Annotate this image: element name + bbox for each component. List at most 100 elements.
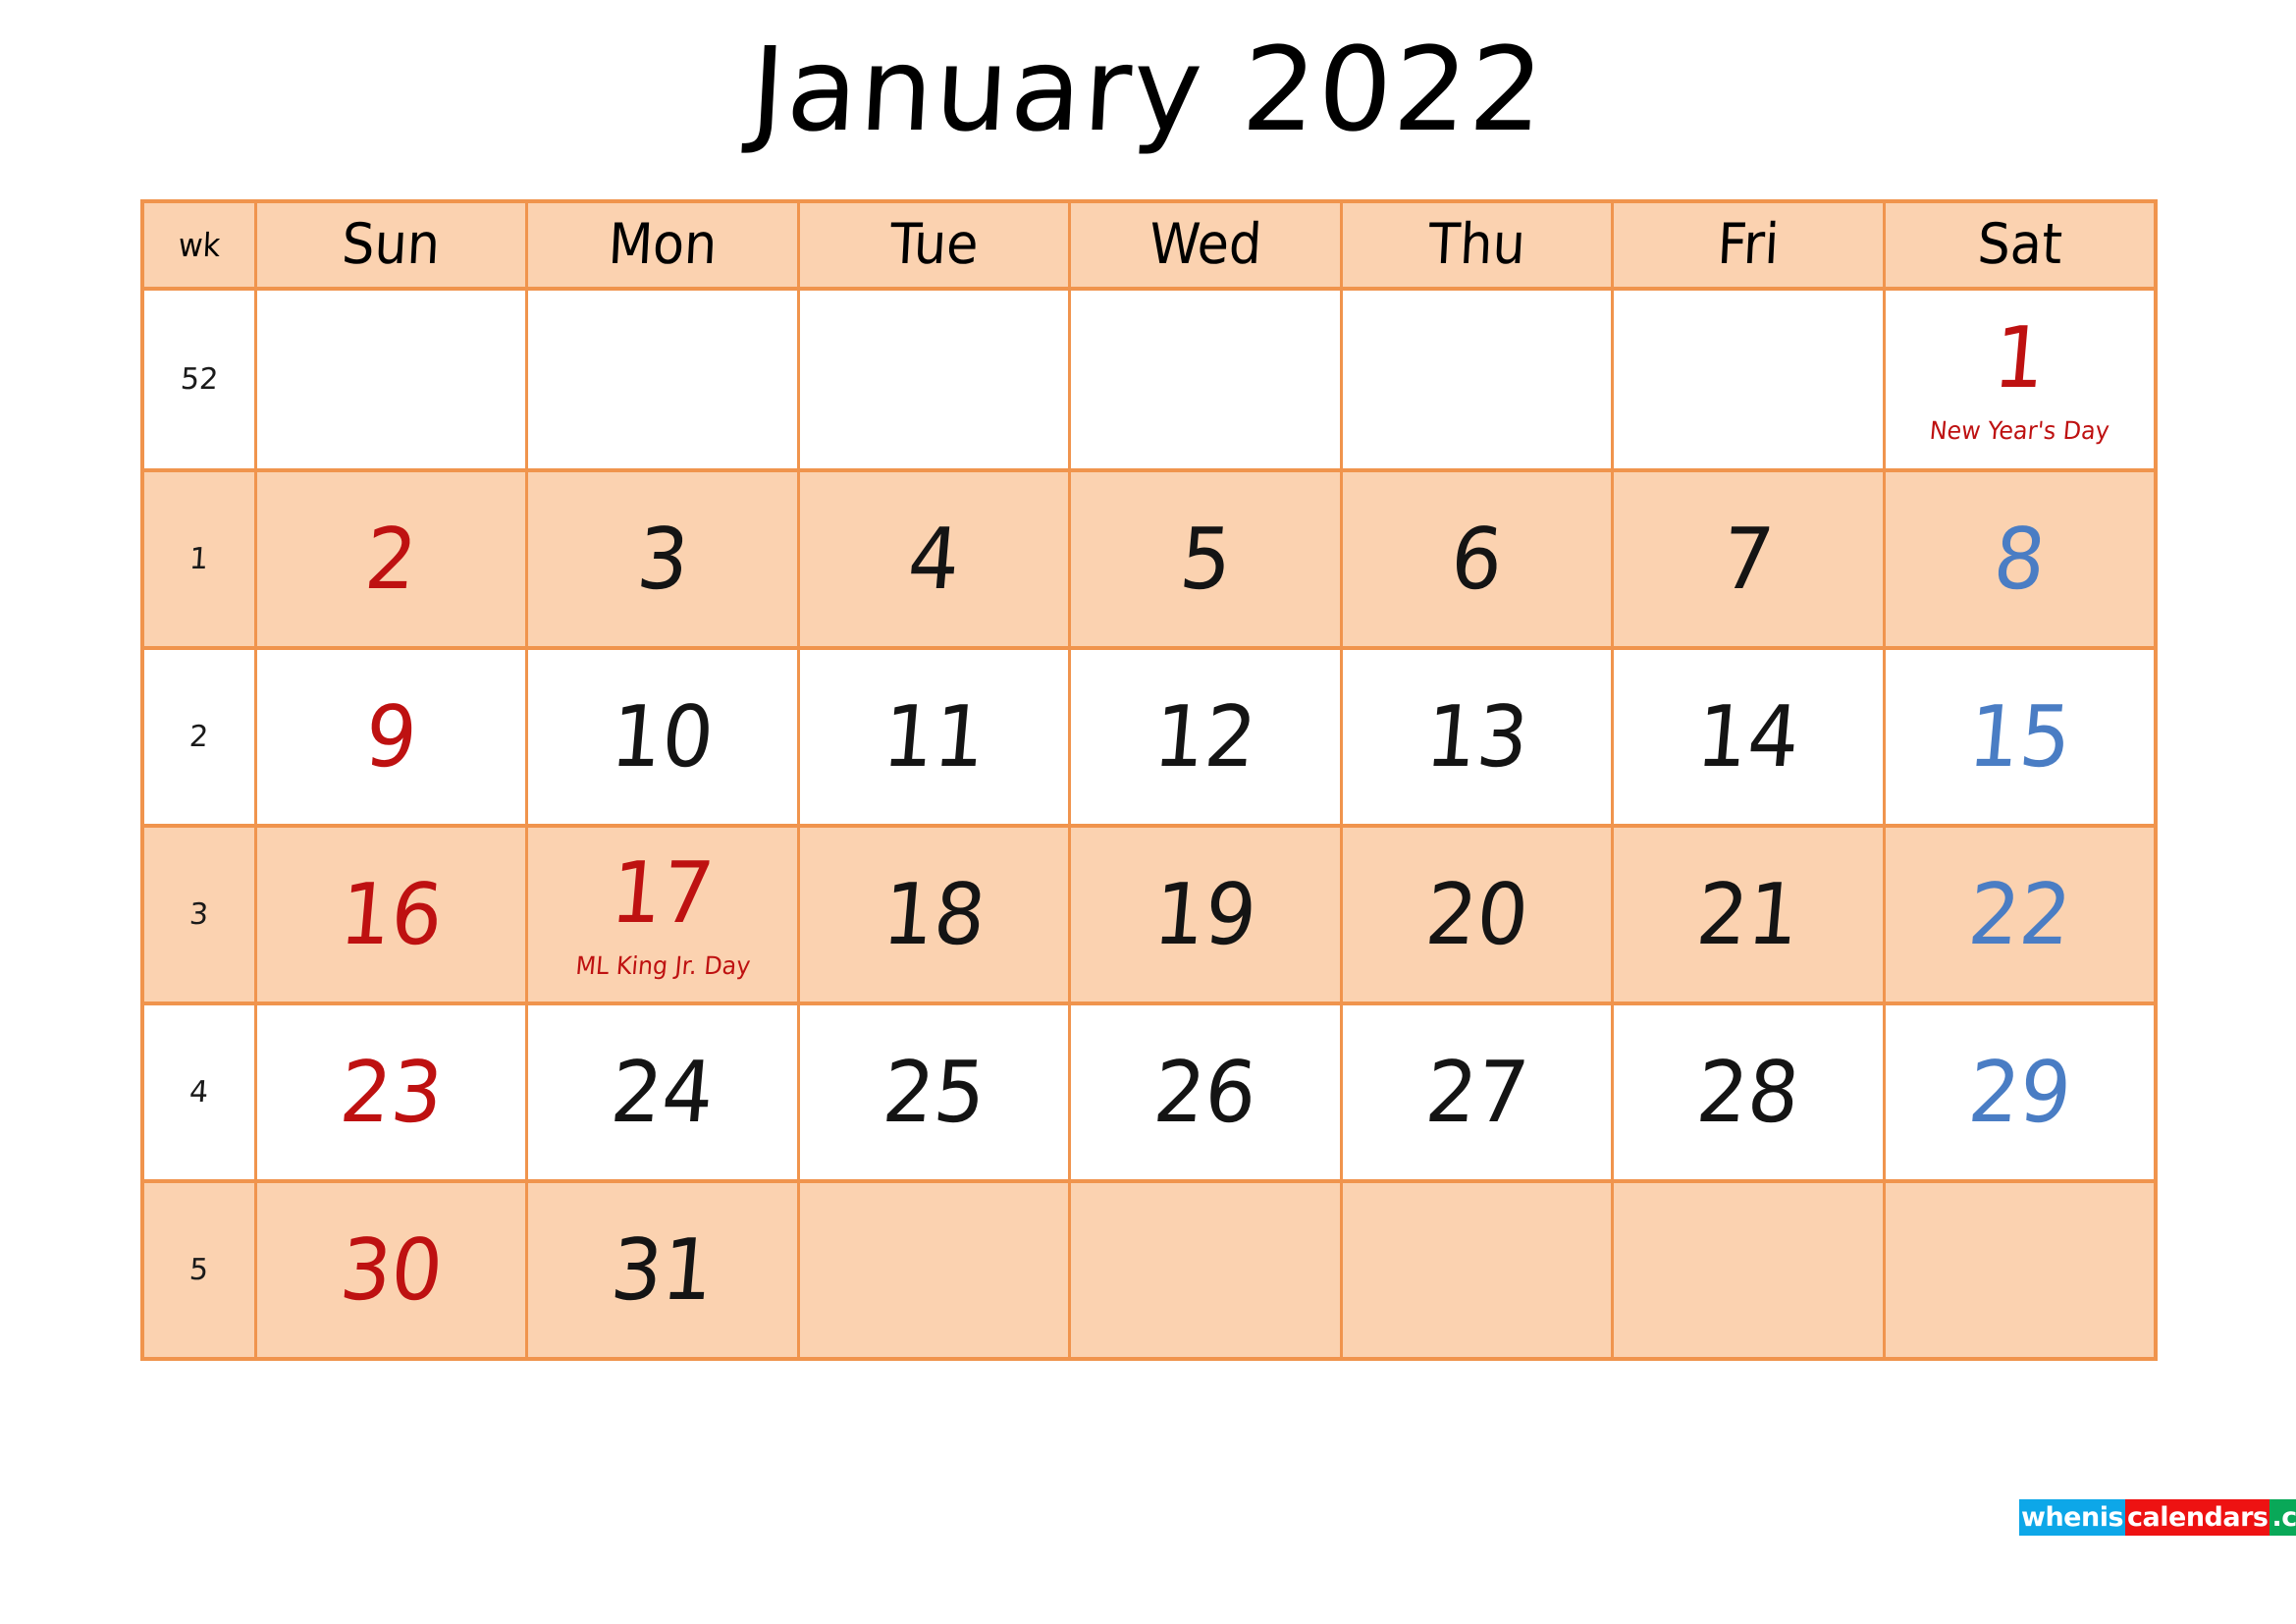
day-name-mon: Mon <box>607 212 720 277</box>
calendar-day-cell[interactable]: 29 <box>1886 1005 2154 1179</box>
week-number: 1 <box>188 541 210 576</box>
week-number-cell: 1 <box>144 472 257 646</box>
calendar-day-cell[interactable]: 26 <box>1071 1005 1343 1179</box>
day-number: 12 <box>1149 687 1261 786</box>
day-number: 23 <box>336 1043 448 1142</box>
calendar-day-cell-empty <box>257 291 529 468</box>
day-number: 29 <box>1963 1043 2075 1142</box>
day-number: 28 <box>1692 1043 1804 1142</box>
day-number: 22 <box>1963 865 2075 964</box>
day-number: 9 <box>361 687 422 786</box>
header-cell-tue: Tue <box>800 203 1072 287</box>
day-name-thu: Thu <box>1426 212 1527 277</box>
holiday-label: New Year's Day <box>1928 416 2110 445</box>
day-number: 24 <box>607 1043 719 1142</box>
calendar-day-cell[interactable]: 6 <box>1343 472 1615 646</box>
calendar-day-cell[interactable]: 15 <box>1886 650 2154 824</box>
calendar-day-cell-empty <box>1886 1183 2154 1357</box>
day-number: 2 <box>361 510 422 609</box>
day-number: 7 <box>1718 510 1779 609</box>
calendar-day-cell[interactable]: 24 <box>528 1005 800 1179</box>
header-cell-wed: Wed <box>1071 203 1343 287</box>
calendar-day-cell[interactable]: 1 New Year's Day <box>1886 291 2154 468</box>
day-number: 13 <box>1421 687 1532 786</box>
calendar-day-cell[interactable]: 22 <box>1886 828 2154 1001</box>
calendar-week-row: 5 30 31 <box>144 1179 2154 1357</box>
week-number: 3 <box>188 896 210 932</box>
page-title: January 2022 <box>747 22 1549 157</box>
calendar-week-row: 4 23 24 25 26 27 28 29 <box>144 1001 2154 1179</box>
calendar-day-cell[interactable]: 18 <box>800 828 1072 1001</box>
week-number-cell: 5 <box>144 1183 257 1357</box>
day-number: 21 <box>1692 865 1804 964</box>
calendar-day-cell[interactable]: 2 <box>257 472 529 646</box>
day-number: 31 <box>607 1220 719 1320</box>
site-watermark[interactable]: whenis calendars .com <box>2019 1499 2296 1536</box>
calendar-header-row: wk Sun Mon Tue Wed Thu Fri Sat <box>144 203 2154 291</box>
calendar-week-row: 2 9 10 11 12 13 14 15 <box>144 646 2154 824</box>
calendar-day-cell[interactable]: 30 <box>257 1183 529 1357</box>
calendar-day-cell[interactable]: 20 <box>1343 828 1615 1001</box>
day-number: 17 <box>607 844 719 943</box>
day-number: 15 <box>1963 687 2075 786</box>
calendar-day-cell[interactable]: 14 <box>1614 650 1886 824</box>
calendar-day-cell[interactable]: 17 ML King Jr. Day <box>528 828 800 1001</box>
day-number: 18 <box>879 865 989 964</box>
calendar-day-cell-empty <box>1071 291 1343 468</box>
calendar-day-cell-empty <box>1343 291 1615 468</box>
calendar-day-cell[interactable]: 9 <box>257 650 529 824</box>
calendar-day-cell[interactable]: 8 <box>1886 472 2154 646</box>
calendar-day-cell[interactable]: 7 <box>1614 472 1886 646</box>
calendar-day-cell-empty <box>1614 1183 1886 1357</box>
week-number-cell: 3 <box>144 828 257 1001</box>
day-number: 5 <box>1175 510 1236 609</box>
calendar-day-cell[interactable]: 4 <box>800 472 1072 646</box>
week-column-label: wk <box>177 226 222 264</box>
calendar-day-cell[interactable]: 31 <box>528 1183 800 1357</box>
calendar-day-cell[interactable]: 23 <box>257 1005 529 1179</box>
calendar-day-cell[interactable]: 3 <box>528 472 800 646</box>
calendar-day-cell-empty <box>1343 1183 1615 1357</box>
watermark-segment-whenis: whenis <box>2019 1499 2126 1536</box>
day-name-tue: Tue <box>888 212 981 277</box>
day-number: 25 <box>879 1043 989 1142</box>
header-cell-fri: Fri <box>1614 203 1886 287</box>
week-number: 2 <box>188 719 210 754</box>
calendar-day-cell[interactable]: 25 <box>800 1005 1072 1179</box>
week-number: 4 <box>188 1074 210 1110</box>
calendar-day-cell[interactable]: 27 <box>1343 1005 1615 1179</box>
calendar-day-cell[interactable]: 13 <box>1343 650 1615 824</box>
week-number-cell: 4 <box>144 1005 257 1179</box>
calendar-day-cell[interactable]: 5 <box>1071 472 1343 646</box>
day-number: 20 <box>1421 865 1532 964</box>
week-number-cell: 52 <box>144 291 257 468</box>
calendar-day-cell[interactable]: 10 <box>528 650 800 824</box>
day-number: 10 <box>607 687 719 786</box>
day-number: 11 <box>879 687 989 786</box>
day-name-sun: Sun <box>341 212 443 277</box>
calendar-week-row: 52 1 New Year's Day <box>144 291 2154 468</box>
header-cell-sat: Sat <box>1886 203 2154 287</box>
header-cell-thu: Thu <box>1343 203 1615 287</box>
day-number: 3 <box>632 510 693 609</box>
day-number: 26 <box>1149 1043 1261 1142</box>
week-number: 52 <box>179 361 220 397</box>
calendar-day-cell[interactable]: 12 <box>1071 650 1343 824</box>
calendar-grid: wk Sun Mon Tue Wed Thu Fri Sat 52 1 New Ye… <box>140 199 2158 1361</box>
calendar-day-cell[interactable]: 21 <box>1614 828 1886 1001</box>
calendar-day-cell[interactable]: 19 <box>1071 828 1343 1001</box>
calendar-day-cell[interactable]: 16 <box>257 828 529 1001</box>
calendar-day-cell[interactable]: 11 <box>800 650 1072 824</box>
calendar-day-cell-empty <box>800 291 1072 468</box>
day-number: 27 <box>1421 1043 1532 1142</box>
day-number: 19 <box>1149 865 1261 964</box>
week-number: 5 <box>188 1252 210 1287</box>
day-number: 6 <box>1447 510 1507 609</box>
header-cell-mon: Mon <box>528 203 800 287</box>
watermark-segment-com: .com <box>2269 1499 2296 1536</box>
calendar-day-cell-empty <box>1614 291 1886 468</box>
day-number: 4 <box>904 510 964 609</box>
day-number: 16 <box>336 865 448 964</box>
holiday-label: ML King Jr. Day <box>574 951 752 980</box>
calendar-day-cell[interactable]: 28 <box>1614 1005 1886 1179</box>
